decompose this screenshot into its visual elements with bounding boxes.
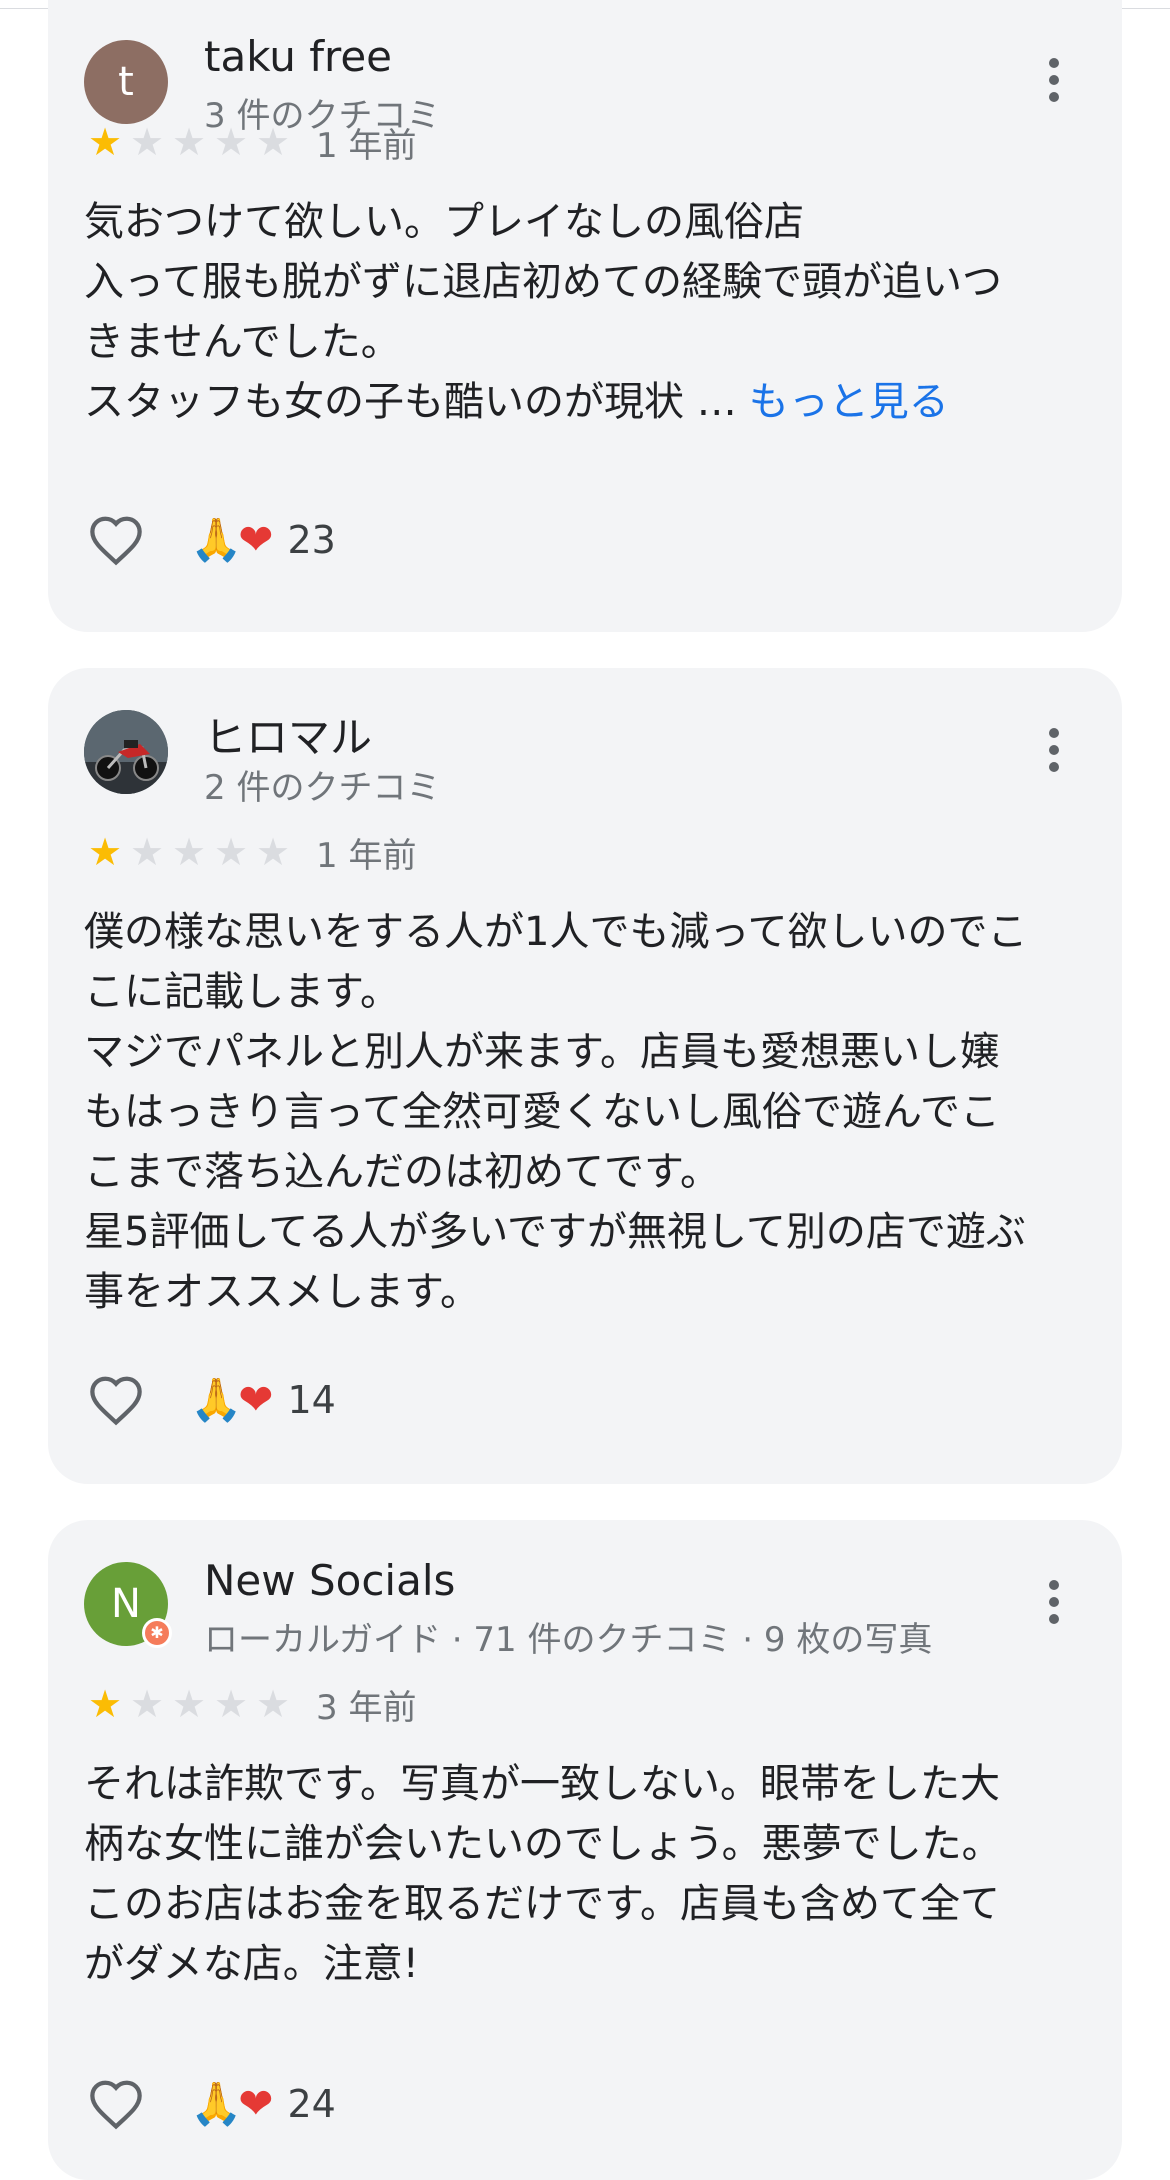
reaction-emojis[interactable]: 🙏 ❤: [190, 2083, 274, 2125]
star-empty-icon: ★: [213, 1682, 249, 1726]
review-card: t taku free 3 件のクチコミ ★ ★ ★ ★ ★ 1 年前 気おつけて欲しい…: [48, 0, 1122, 632]
star-rating: ★ ★ ★ ★ ★: [84, 1685, 294, 1723]
review-line: マジでパネルと別人が来ます。店員も愛想悪いし嬢: [84, 1029, 1000, 1075]
review-line: もはっきり言って全然可愛くないし風俗で遊んでこ: [84, 1089, 1000, 1135]
local-guide-badge-icon: ✱: [142, 1618, 172, 1648]
red-heart-emoji-icon: ❤: [238, 1375, 274, 1424]
review-line: 事をオススメします。: [84, 1269, 480, 1315]
review-date: 1 年前: [316, 835, 417, 876]
star-empty-icon: ★: [255, 1682, 291, 1726]
review-date: 3 年前: [316, 1687, 417, 1728]
review-line: きませんでした。: [84, 319, 401, 365]
reactions-row: 🙏 ❤ 23: [84, 508, 336, 572]
more-options-icon[interactable]: [1030, 718, 1078, 782]
star-empty-icon: ★: [171, 1682, 207, 1726]
review-line: 入って服も脱がずに退店初めての経験で頭が追いつ: [84, 259, 1002, 305]
reviewer-meta: 2 件のクチコミ: [204, 768, 441, 808]
star-filled-icon: ★: [87, 830, 123, 874]
reviewer-name[interactable]: ヒロマル: [204, 704, 372, 765]
review-card: N ✱ New Socials ローカルガイド · 71 件のクチコミ · 9 …: [48, 1520, 1122, 2180]
avatar[interactable]: t: [84, 40, 168, 124]
rating-row: ★ ★ ★ ★ ★ 1 年前: [84, 120, 417, 166]
star-empty-icon: ★: [255, 120, 291, 164]
heart-outline-icon: [90, 516, 142, 566]
star-rating: ★ ★ ★ ★ ★: [84, 123, 294, 161]
star-empty-icon: ★: [171, 830, 207, 874]
review-line: 星5評価してる人が多いですが無視して別の店で遊ぶ: [84, 1209, 1026, 1255]
avatar[interactable]: N ✱: [84, 1562, 172, 1648]
reviewer-meta: ローカルガイド · 71 件のクチコミ · 9 枚の写真: [204, 1620, 933, 1660]
motorcycle-photo-icon: [84, 710, 168, 794]
more-options-icon[interactable]: [1030, 48, 1078, 112]
reaction-count: 23: [287, 518, 336, 562]
star-filled-icon: ★: [87, 1682, 123, 1726]
pray-emoji-icon: 🙏: [190, 2079, 243, 2128]
reviewer-name[interactable]: New Socials: [204, 1556, 455, 1605]
reaction-emojis[interactable]: 🙏 ❤: [190, 519, 274, 561]
review-line: 柄な女性に誰が会いたいのでしょう。悪夢でした。: [84, 1821, 1002, 1867]
star-empty-icon: ★: [129, 830, 165, 874]
rating-row: ★ ★ ★ ★ ★ 1 年前: [84, 830, 417, 876]
like-button[interactable]: [84, 1368, 148, 1432]
reaction-count: 14: [287, 1378, 336, 1422]
review-line: がダメな店。注意!: [84, 1941, 419, 1987]
avatar-letter: t: [118, 59, 134, 105]
review-text: 気おつけて欲しい。プレイなしの風俗店 入って服も脱がずに退店初めての経験で頭が追…: [84, 192, 1094, 432]
star-empty-icon: ★: [255, 830, 291, 874]
star-empty-icon: ★: [213, 120, 249, 164]
red-heart-emoji-icon: ❤: [238, 2079, 274, 2128]
review-date: 1 年前: [316, 125, 417, 166]
avatar-letter: N: [111, 1581, 141, 1627]
heart-outline-icon: [90, 1376, 142, 1426]
review-line: スタッフも女の子も酷いのが現状 … もっと見る: [84, 372, 1094, 432]
review-line: それは詐欺です。写真が一致しない。眼帯をした大: [84, 1761, 1000, 1807]
like-button[interactable]: [84, 508, 148, 572]
review-line: こまで落ち込んだのは初めてです。: [84, 1149, 720, 1195]
reviewer-name[interactable]: taku free: [204, 32, 392, 81]
star-empty-icon: ★: [129, 120, 165, 164]
review-line: こに記載します。: [84, 969, 400, 1015]
heart-outline-icon: [90, 2080, 142, 2130]
review-text: 僕の様な思いをする人が1人でも減って欲しいのでこ こに記載します。 マジでパネル…: [84, 902, 1094, 1322]
red-heart-emoji-icon: ❤: [238, 515, 274, 564]
review-card: ヒロマル 2 件のクチコミ ★ ★ ★ ★ ★ 1 年前 僕の様な思いをする人が1人でも…: [48, 668, 1122, 1484]
star-filled-icon: ★: [87, 120, 123, 164]
like-button[interactable]: [84, 2072, 148, 2136]
review-text: それは詐欺です。写真が一致しない。眼帯をした大 柄な女性に誰が会いたいのでしょう…: [84, 1754, 1094, 1994]
pray-emoji-icon: 🙏: [190, 515, 243, 564]
star-rating: ★ ★ ★ ★ ★: [84, 833, 294, 871]
review-line: 僕の様な思いをする人が1人でも減って欲しいのでこ: [84, 909, 1028, 955]
star-empty-icon: ★: [171, 120, 207, 164]
star-empty-icon: ★: [129, 1682, 165, 1726]
reaction-count: 24: [287, 2082, 336, 2126]
reactions-row: 🙏 ❤ 14: [84, 1368, 336, 1432]
more-options-icon[interactable]: [1030, 1570, 1078, 1634]
review-line: 気おつけて欲しい。プレイなしの風俗店: [84, 199, 804, 245]
review-line-text: スタッフも女の子も酷いのが現状 …: [84, 379, 737, 425]
avatar[interactable]: [84, 710, 168, 794]
reaction-emojis[interactable]: 🙏 ❤: [190, 1379, 274, 1421]
review-line: このお店はお金を取るだけです。店員も含めて全て: [84, 1881, 1000, 1927]
star-empty-icon: ★: [213, 830, 249, 874]
read-more-link[interactable]: もっと見る: [749, 379, 949, 425]
reactions-row: 🙏 ❤ 24: [84, 2072, 336, 2136]
pray-emoji-icon: 🙏: [190, 1375, 243, 1424]
rating-row: ★ ★ ★ ★ ★ 3 年前: [84, 1682, 417, 1728]
